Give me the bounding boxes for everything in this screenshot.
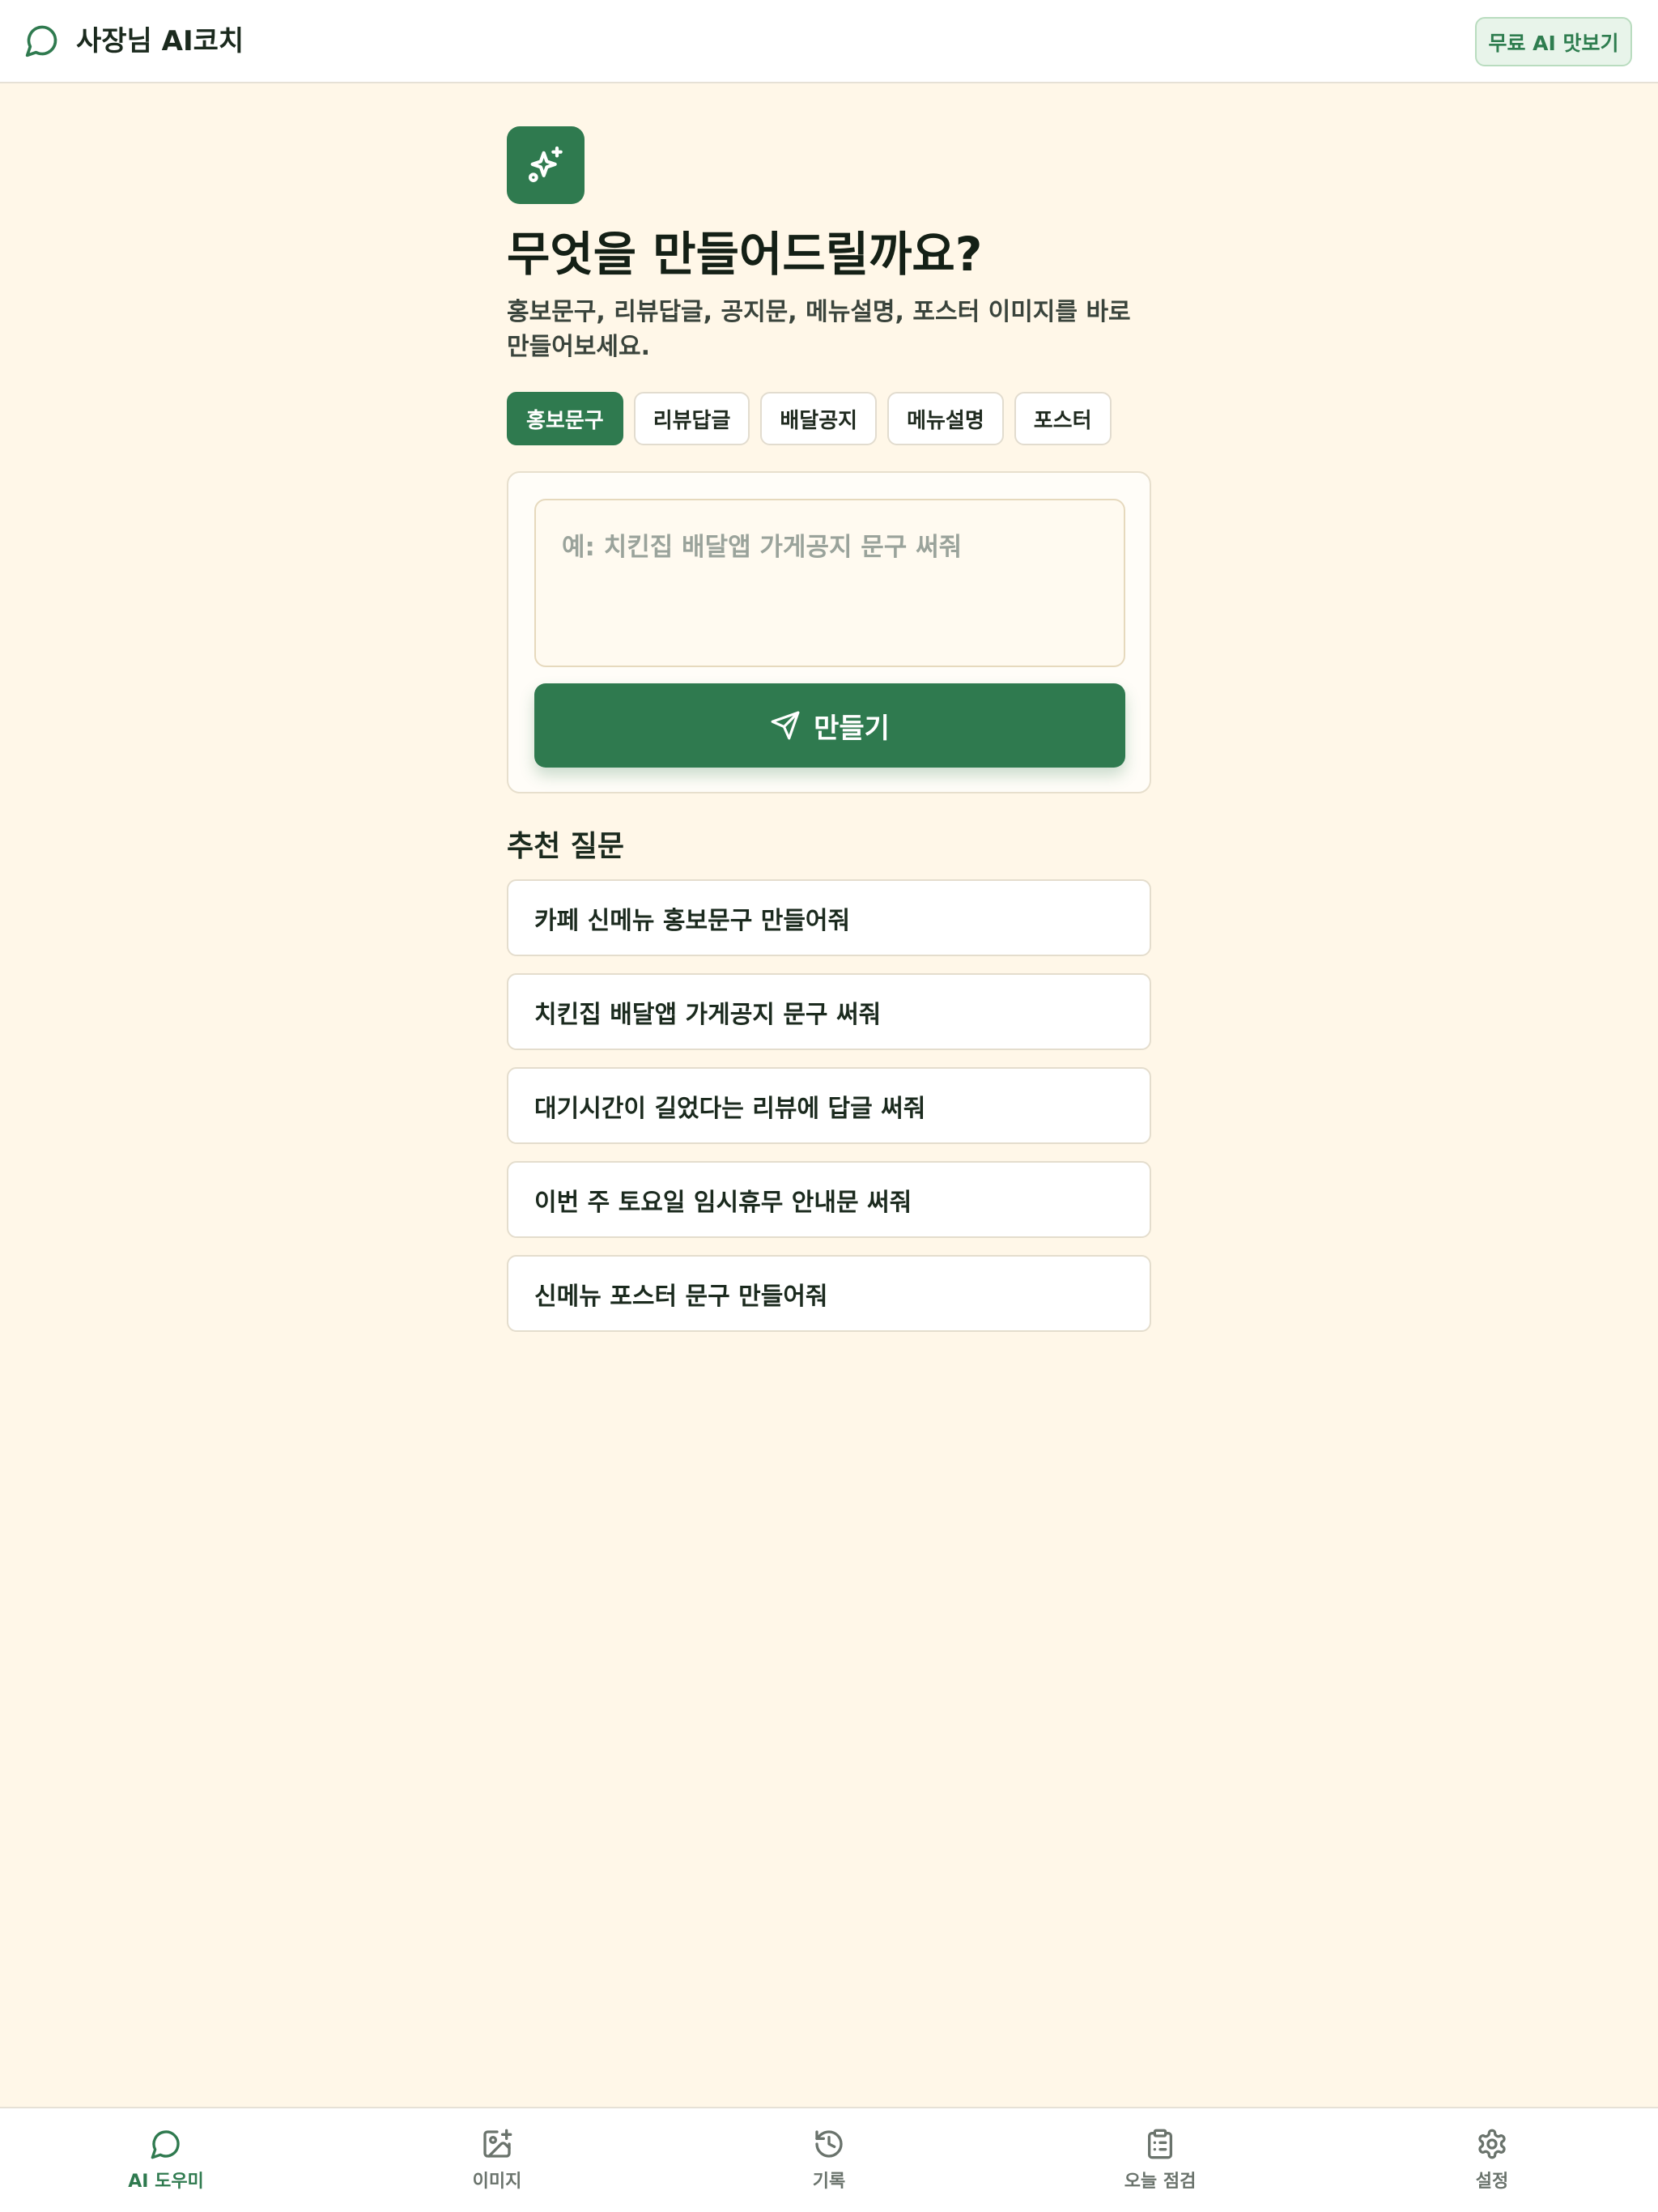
nav-daily-check[interactable]: 오늘 점검 [1079, 2128, 1241, 2201]
recommendations-title: 추천 질문 [507, 830, 625, 863]
chip-menu-description[interactable]: 메뉴설명 [887, 392, 1004, 445]
chip-poster[interactable]: 포스터 [1014, 392, 1112, 445]
chat-bubble-icon [151, 2130, 180, 2159]
nav-label: 오늘 점검 [1124, 2172, 1197, 2192]
chip-review-reply[interactable]: 리뷰답글 [633, 392, 750, 445]
recommendations-list: 카페 신메뉴 홍보문구 만들어줘 치킨집 배달앱 가게공지 문구 써줘 대기시간… [507, 879, 1151, 1349]
free-trial-button[interactable]: 무료 AI 맛보기 [1475, 17, 1632, 66]
history-icon [815, 2130, 843, 2158]
nav-history[interactable]: 기록 [748, 2128, 910, 2201]
main-content: 무엇을 만들어드릴까요? 홍보문구, 리뷰답글, 공지문, 메뉴설명, 포스터 … [507, 126, 1151, 1332]
bottom-nav: AI 도우미 이미지 기록 오늘 점검 설정 [0, 2107, 1658, 2212]
category-chips: 홍보문구 리뷰답글 배달공지 메뉴설명 포스터 [507, 392, 1112, 445]
top-header: 사장님 AI코치 무료 AI 맛보기 [0, 0, 1658, 83]
recommendation-item[interactable]: 치킨집 배달앱 가게공지 문구 써줘 [507, 973, 1151, 1050]
clipboard-icon [1148, 2129, 1172, 2159]
hero-badge [507, 126, 585, 204]
create-button-label: 만들기 [814, 712, 890, 745]
sparkles-icon [529, 146, 563, 182]
prompt-input[interactable] [534, 499, 1125, 667]
chip-delivery-notice[interactable]: 배달공지 [760, 392, 878, 445]
chip-promo-copy[interactable]: 홍보문구 [507, 392, 623, 445]
chat-bubble-icon [25, 25, 57, 57]
recommendation-item[interactable]: 대기시간이 길었다는 리뷰에 답글 써줘 [507, 1067, 1151, 1144]
nav-label: 이미지 [472, 2172, 522, 2192]
recommendation-item[interactable]: 카페 신메뉴 홍보문구 만들어줘 [507, 879, 1151, 956]
composer-card: 만들기 [507, 471, 1151, 793]
send-icon [771, 711, 800, 740]
nav-ai-assistant[interactable]: AI 도우미 [85, 2128, 247, 2201]
nav-label: AI 도우미 [128, 2172, 204, 2192]
gear-icon [1478, 2129, 1506, 2159]
recommendation-item[interactable]: 신메뉴 포스터 문구 만들어줘 [507, 1255, 1151, 1332]
nav-label: 기록 [812, 2172, 846, 2192]
image-plus-icon [483, 2129, 512, 2158]
create-button[interactable]: 만들기 [534, 683, 1125, 768]
nav-settings[interactable]: 설정 [1411, 2128, 1573, 2201]
nav-label: 설정 [1475, 2172, 1509, 2192]
page-title: 무엇을 만들어드릴까요? [507, 227, 983, 282]
nav-image[interactable]: 이미지 [416, 2128, 578, 2201]
recommendation-item[interactable]: 이번 주 토요일 임시휴무 안내문 써줘 [507, 1161, 1151, 1238]
page-subtitle: 홍보문구, 리뷰답글, 공지문, 메뉴설명, 포스터 이미지를 바로 만들어보세… [507, 298, 1131, 361]
app-title: 사장님 AI코치 [76, 25, 244, 57]
